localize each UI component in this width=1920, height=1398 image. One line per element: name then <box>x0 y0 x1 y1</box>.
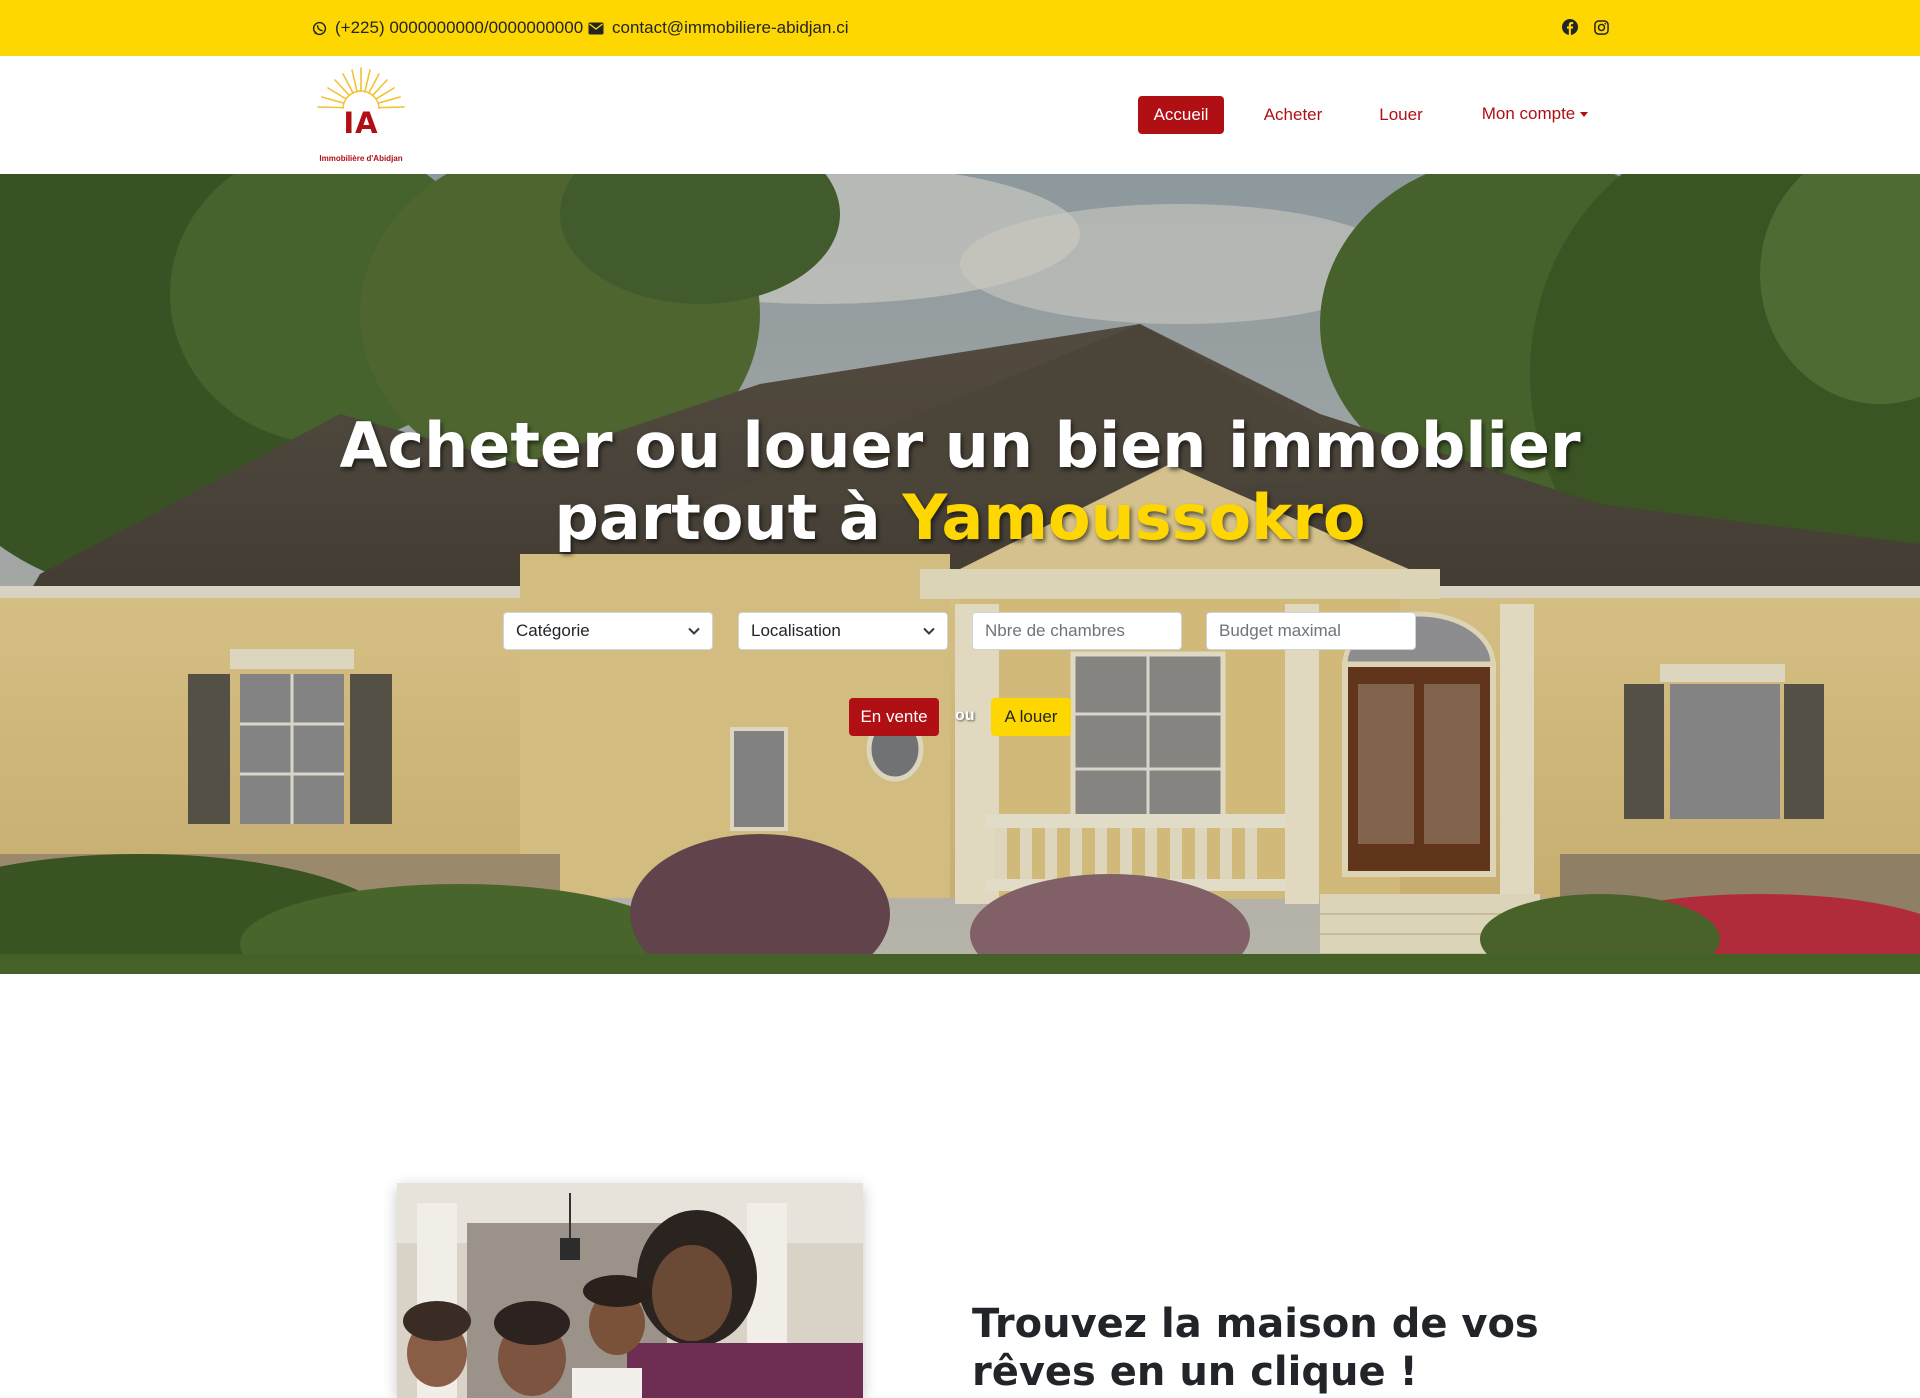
for-sale-button[interactable]: En vente <box>849 698 939 736</box>
nav-account-dropdown[interactable]: Mon compte <box>1476 95 1594 133</box>
chevron-down-icon <box>688 627 700 635</box>
nav-home[interactable]: Accueil <box>1138 96 1224 134</box>
budget-placeholder: Budget maximal <box>1219 621 1341 640</box>
category-select-value: Catégorie <box>516 621 590 640</box>
top-contact-bar: (+225) 0000000000/0000000000 contact@imm… <box>0 0 1920 56</box>
phone-contact[interactable]: (+225) 0000000000/0000000000 <box>312 18 583 38</box>
instagram-icon[interactable] <box>1592 18 1610 36</box>
email-address: contact@immobiliere-abidjan.ci <box>612 18 849 37</box>
location-select[interactable]: Localisation <box>738 612 948 650</box>
logo-letters: IA <box>343 106 379 140</box>
nav-buy[interactable]: Acheter <box>1254 96 1332 134</box>
or-separator: ou <box>955 707 975 724</box>
bedrooms-placeholder: Nbre de chambres <box>985 621 1125 640</box>
intro-headline: Trouvez la maison de vos rêves en un cli… <box>972 1301 1539 1395</box>
location-select-value: Localisation <box>751 621 841 640</box>
hero-title: Acheter ou louer un bien immoblier parto… <box>0 410 1920 554</box>
hero-section: Acheter ou louer un bien immoblier parto… <box>0 174 1920 974</box>
logo-tagline: Immobilière d'Abidjan <box>319 154 403 163</box>
hero-house-image <box>0 174 1920 974</box>
hero-title-line2: partout à <box>554 481 881 554</box>
family-photo <box>397 1183 863 1398</box>
chevron-down-icon <box>923 627 935 635</box>
for-rent-button[interactable]: A louer <box>991 698 1071 736</box>
category-select[interactable]: Catégorie <box>503 612 713 650</box>
bedrooms-input[interactable]: Nbre de chambres <box>972 612 1182 650</box>
envelope-icon <box>588 22 604 34</box>
phone-number: (+225) 0000000000/0000000000 <box>335 18 584 37</box>
email-contact[interactable]: contact@immobiliere-abidjan.ci <box>588 18 848 38</box>
site-logo[interactable]: IA Immobilière d'Abidjan <box>310 62 412 166</box>
whatsapp-icon <box>312 21 327 35</box>
nav-account-label: Mon compte <box>1481 104 1576 123</box>
hero-title-city: Yamoussokro <box>902 481 1366 554</box>
budget-input[interactable]: Budget maximal <box>1206 612 1416 650</box>
nav-rent[interactable]: Louer <box>1368 96 1434 134</box>
hero-title-line1: Acheter ou louer un bien immoblier <box>339 409 1581 482</box>
main-navbar: IA Immobilière d'Abidjan Accueil Acheter… <box>0 56 1920 174</box>
facebook-icon[interactable] <box>1561 18 1579 36</box>
caret-down-icon <box>1580 111 1589 117</box>
